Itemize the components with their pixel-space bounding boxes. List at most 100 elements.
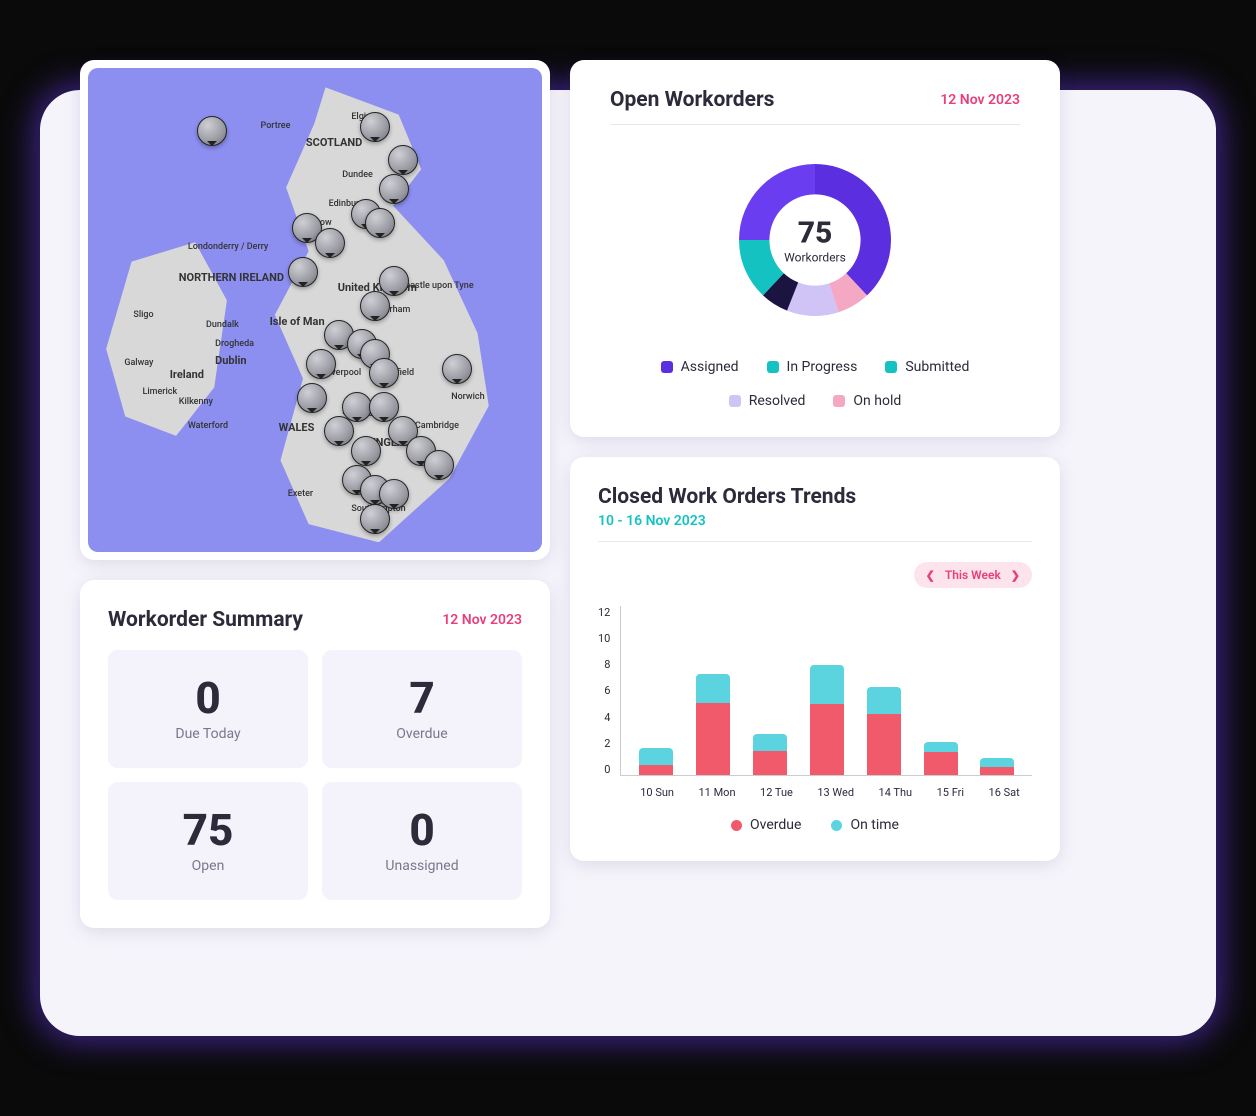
bar-column[interactable]: [924, 742, 958, 775]
legend-item[interactable]: On hold: [833, 393, 901, 409]
bar-chart: 121086420: [598, 606, 1032, 776]
bar-column[interactable]: [980, 758, 1014, 775]
summary-date: 12 Nov 2023: [442, 612, 522, 628]
stat-label: Open: [118, 858, 298, 874]
legend-swatch: [767, 361, 779, 373]
bar-column[interactable]: [810, 665, 844, 775]
trends-card: Closed Work Orders Trends 10 - 16 Nov 20…: [570, 457, 1060, 861]
y-tick: 8: [604, 658, 610, 671]
divider: [598, 541, 1032, 542]
bar-column[interactable]: [867, 687, 901, 775]
y-tick: 12: [598, 606, 610, 619]
bar-segment-ontime: [639, 748, 673, 765]
bar-segment-ontime: [980, 758, 1014, 767]
legend-label: Submitted: [905, 359, 969, 375]
y-tick: 0: [604, 763, 610, 776]
legend-label: Assigned: [681, 359, 739, 375]
legend-item[interactable]: On time: [831, 817, 899, 833]
map-label: NORTHERN IRELAND: [179, 271, 284, 284]
x-tick: 12 Tue: [760, 786, 793, 799]
map-label: Cambridge: [415, 421, 459, 431]
map-label: Portree: [261, 121, 291, 131]
dashboard-grid: SCOTLANDElginPortreeDundeeEdinburghGlasg…: [80, 60, 1080, 928]
map-pin[interactable]: [388, 145, 418, 175]
map-pin[interactable]: [315, 228, 345, 258]
map-pin[interactable]: [360, 504, 390, 534]
map-label: Exeter: [288, 489, 313, 499]
map-label: Ireland: [170, 368, 204, 381]
x-tick: 15 Fri: [937, 786, 964, 799]
bar-column[interactable]: [696, 674, 730, 775]
bar-column[interactable]: [753, 734, 787, 775]
map-label: SCOTLAND: [306, 136, 362, 149]
map-pin[interactable]: [197, 116, 227, 146]
map-label: Limerick: [142, 387, 177, 397]
donut-center-value: 75: [784, 216, 846, 251]
y-tick: 10: [598, 632, 610, 645]
map-label: Sligo: [133, 310, 153, 320]
x-tick: 10 Sun: [640, 786, 674, 799]
x-tick: 16 Sat: [989, 786, 1020, 799]
bar-column[interactable]: [639, 748, 673, 775]
map-pin[interactable]: [297, 383, 327, 413]
map-pin[interactable]: [306, 349, 336, 379]
open-title: Open Workorders: [610, 88, 774, 112]
chevron-right-icon[interactable]: ❯: [1011, 569, 1020, 582]
map-label: Norwich: [451, 392, 484, 402]
map-pin[interactable]: [379, 266, 409, 296]
open-workorders-card: Open Workorders 12 Nov 2023 75 Workorder…: [570, 60, 1060, 437]
trends-title: Closed Work Orders Trends: [598, 485, 1032, 509]
map-label: WALES: [279, 421, 315, 434]
stat-tile[interactable]: 75Open: [108, 782, 308, 900]
stat-tile[interactable]: 0Due Today: [108, 650, 308, 768]
bar-segment-ontime: [753, 734, 787, 751]
uk-map[interactable]: SCOTLANDElginPortreeDundeeEdinburghGlasg…: [88, 68, 542, 552]
summary-title: Workorder Summary: [108, 608, 303, 632]
map-label: Londonderry / Derry: [188, 242, 268, 252]
legend-label: On hold: [853, 393, 901, 409]
map-label: Dublin: [215, 354, 247, 367]
open-legend: Assigned In Progress Submitted Resolved On h…: [610, 359, 1020, 409]
legend-swatch: [833, 395, 845, 407]
x-tick: 13 Wed: [817, 786, 854, 799]
bar-segment-ontime: [867, 687, 901, 714]
legend-label: Resolved: [749, 393, 806, 409]
legend-item[interactable]: Resolved: [729, 393, 806, 409]
week-selector[interactable]: ❮ This Week ❯: [914, 562, 1032, 588]
legend-item[interactable]: Submitted: [885, 359, 969, 375]
legend-item[interactable]: Assigned: [661, 359, 739, 375]
map-label: Dundalk: [206, 320, 239, 330]
legend-swatch: [729, 395, 741, 407]
legend-item[interactable]: Overdue: [731, 817, 801, 833]
bar-segment-overdue: [810, 704, 844, 775]
legend-item[interactable]: In Progress: [767, 359, 858, 375]
open-date: 12 Nov 2023: [940, 92, 1020, 108]
y-axis: 121086420: [598, 606, 620, 776]
legend-label: In Progress: [787, 359, 858, 375]
divider: [610, 124, 1020, 125]
bar-segment-overdue: [924, 752, 958, 775]
map-pin[interactable]: [360, 112, 390, 142]
map-pin[interactable]: [379, 174, 409, 204]
map-pin[interactable]: [379, 479, 409, 509]
legend-swatch: [885, 361, 897, 373]
stat-tile[interactable]: 7 Overdue: [322, 650, 522, 768]
map-pin[interactable]: [288, 257, 318, 287]
trends-range: 10 - 16 Nov 2023: [598, 513, 1032, 529]
map-label: Waterford: [188, 421, 228, 431]
stat-value: 7: [332, 676, 512, 720]
stat-label: Overdue: [332, 726, 512, 742]
stat-label: Unassigned: [332, 858, 512, 874]
x-tick: 14 Thu: [879, 786, 913, 799]
bar-segment-overdue: [696, 703, 730, 775]
x-tick: 11 Mon: [698, 786, 735, 799]
y-tick: 4: [604, 711, 610, 724]
map-label: Dundee: [342, 170, 373, 180]
chevron-left-icon[interactable]: ❮: [926, 569, 935, 582]
map-pin[interactable]: [351, 436, 381, 466]
donut-chart: 75 Workorders: [610, 145, 1020, 335]
bar-segment-ontime: [696, 674, 730, 702]
map-pin[interactable]: [360, 291, 390, 321]
stat-tile[interactable]: 0Unassigned: [322, 782, 522, 900]
map-pin[interactable]: [442, 354, 472, 384]
